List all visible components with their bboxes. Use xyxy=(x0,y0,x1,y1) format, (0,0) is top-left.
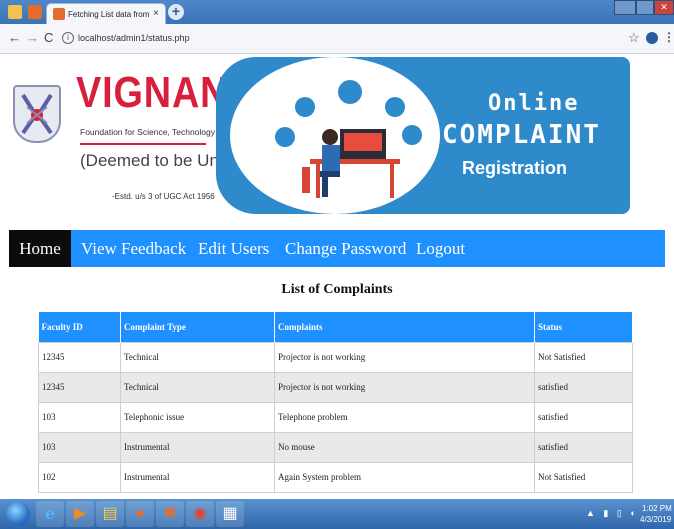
complaint-banner: Online COMPLAINT Registration xyxy=(216,57,630,214)
system-tray-icons[interactable]: ▲ ▮ ▯ ◐ xyxy=(586,508,639,519)
settings-icon xyxy=(338,80,362,104)
document-icon[interactable]: ▦ xyxy=(216,501,244,527)
cell-status: satisfied xyxy=(534,401,633,433)
site-header: VIGNAN'S Foundation for Science, Technol… xyxy=(0,55,674,231)
app-icon[interactable] xyxy=(28,5,42,19)
cell-faculty-id: 103 xyxy=(38,401,121,433)
start-button[interactable] xyxy=(6,502,30,526)
folder-icon[interactable] xyxy=(8,5,22,19)
browser-titlebar: Fetching List data from database × + ✕ xyxy=(0,0,674,24)
banner-complaint-text: COMPLAINT xyxy=(442,120,601,150)
cell-complaint: Again System problem xyxy=(274,461,535,493)
internet-explorer-icon[interactable]: e xyxy=(36,501,64,527)
back-arrow-icon[interactable]: ← xyxy=(8,31,21,45)
university-crest-logo xyxy=(13,85,61,143)
cell-complaint-type: Instrumental xyxy=(120,431,275,463)
table-row: 103 Telephonic issue Telephone problem s… xyxy=(38,401,633,433)
browser-tab[interactable]: Fetching List data from database × xyxy=(46,3,166,24)
extension-icon[interactable] xyxy=(646,32,658,44)
column-header-status: Status xyxy=(534,312,633,342)
banner-registration-text: Registration xyxy=(462,158,568,178)
bookmark-star-icon[interactable]: ☆ xyxy=(628,30,640,46)
cell-faculty-id: 103 xyxy=(38,431,121,463)
forward-arrow-icon[interactable]: → xyxy=(26,31,39,45)
cell-status: satisfied xyxy=(534,371,633,403)
cell-complaint-type: Instrumental xyxy=(120,461,275,493)
media-player-icon[interactable]: ▶ xyxy=(66,501,94,527)
new-tab-button[interactable]: + xyxy=(168,4,184,20)
table-row: 102 Instrumental Again System problem No… xyxy=(38,461,633,493)
file-explorer-icon[interactable]: ▤ xyxy=(96,501,124,527)
close-window-button[interactable]: ✕ xyxy=(654,0,674,15)
complaints-table: Faculty ID Complaint Type Complaints Sta… xyxy=(38,312,633,493)
cell-complaint-type: Telephonic issue xyxy=(120,401,275,433)
cell-complaint-type: Technical xyxy=(120,371,275,403)
tab-title: Fetching List data from database xyxy=(68,10,150,19)
cell-complaint: Projector is not working xyxy=(274,341,535,373)
check-icon xyxy=(295,97,315,117)
page-title: List of Complaints xyxy=(281,282,393,297)
reload-icon[interactable]: C xyxy=(44,31,53,45)
cell-status: Not Satisfied xyxy=(534,341,633,373)
table-header-row: Faculty ID Complaint Type Complaints Sta… xyxy=(38,312,633,342)
table-row: 12345 Technical Projector is not working… xyxy=(38,341,633,373)
tab-close-icon[interactable]: × xyxy=(153,7,159,20)
url-input[interactable]: localhost/admin1/status.php xyxy=(78,32,190,45)
xampp-icon[interactable]: ✖ xyxy=(156,501,184,527)
page-content: VIGNAN'S Foundation for Science, Technol… xyxy=(0,55,674,499)
browser-menu-icon[interactable]: ⋮ xyxy=(663,30,674,44)
nav-change-password-link[interactable]: Change Password xyxy=(285,230,406,267)
cell-complaint: Telephone problem xyxy=(274,401,535,433)
cell-status: satisfied xyxy=(534,431,633,463)
table-row: 12345 Technical Projector is not working… xyxy=(38,371,633,403)
column-header-complaints: Complaints xyxy=(274,312,535,342)
minimize-button[interactable] xyxy=(614,0,636,15)
nav-home-link[interactable]: Home xyxy=(9,230,71,267)
cell-complaint: Projector is not working xyxy=(274,371,535,403)
tab-favicon-icon xyxy=(53,8,65,20)
cell-faculty-id: 12345 xyxy=(38,371,121,403)
maximize-button[interactable] xyxy=(636,0,654,15)
banner-illustration xyxy=(230,57,440,214)
brand-estd-text: -Estd. u/s 3 of UGC Act 1956 xyxy=(112,192,215,201)
table-row: 103 Instrumental No mouse satisfied xyxy=(38,431,633,463)
column-header-complaint-type: Complaint Type xyxy=(120,312,275,342)
cell-complaint: No mouse xyxy=(274,431,535,463)
brand-divider xyxy=(80,143,206,145)
nav-logout-link[interactable]: Logout xyxy=(416,230,465,267)
main-navbar: Home View Feedback Edit Users Change Pas… xyxy=(9,230,665,267)
clock-time[interactable]: 1:02 PM xyxy=(642,504,672,514)
column-header-faculty-id: Faculty ID xyxy=(38,312,121,342)
info-icon[interactable]: i xyxy=(62,32,74,44)
cell-faculty-id: 102 xyxy=(38,461,121,493)
warning-icon xyxy=(402,125,422,145)
cell-complaint-type: Technical xyxy=(120,341,275,373)
banner-online-text: Online xyxy=(488,91,580,116)
cell-faculty-id: 12345 xyxy=(38,341,121,373)
cell-status: Not Satisfied xyxy=(534,461,633,493)
firefox-icon[interactable]: ● xyxy=(126,501,154,527)
address-bar: ← → C i localhost/admin1/status.php ☆ ⋮ xyxy=(0,24,674,54)
chart-icon xyxy=(385,97,405,117)
play-icon xyxy=(275,127,295,147)
chrome-icon[interactable]: ◉ xyxy=(186,501,214,527)
nav-edit-users-link[interactable]: Edit Users xyxy=(198,230,269,267)
clock-date[interactable]: 4/3/2019 xyxy=(640,515,671,525)
nav-view-feedback-link[interactable]: View Feedback xyxy=(81,230,186,267)
os-taskbar: e ▶ ▤ ● ✖ ◉ ▦ ▲ ▮ ▯ ◐ 1:02 PM 4/3/2019 xyxy=(0,499,674,529)
